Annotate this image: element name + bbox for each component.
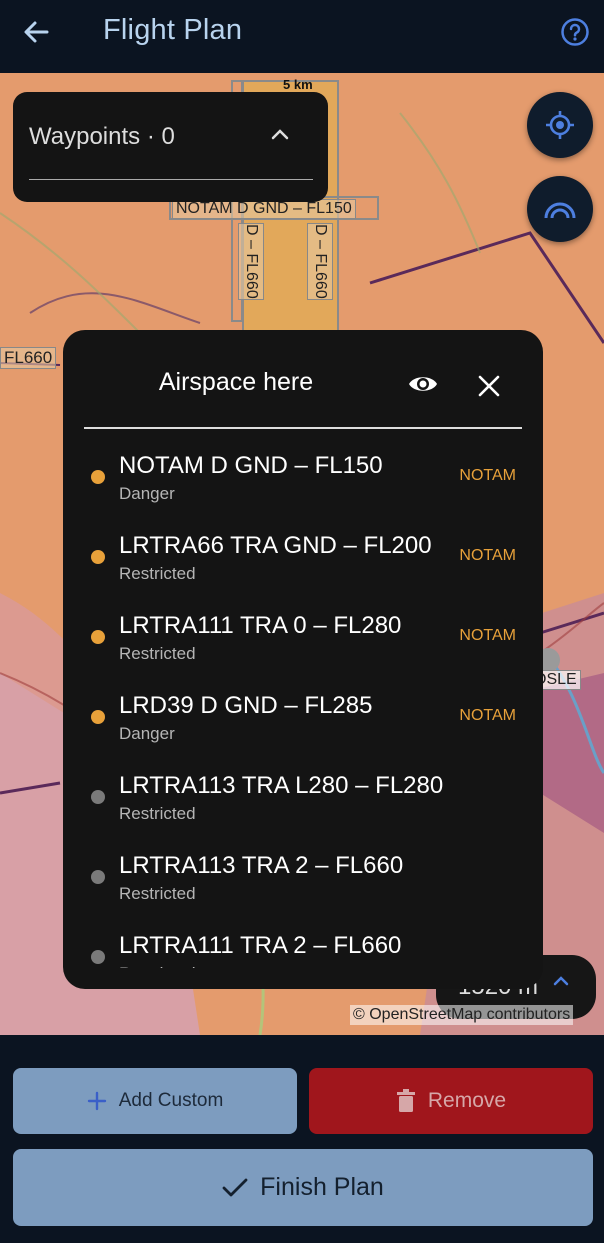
status-dot [91, 550, 105, 564]
waypoints-divider [29, 179, 313, 180]
map-airspace-label: FL660 [0, 347, 57, 369]
finish-plan-label: Finish Plan [260, 1173, 384, 1201]
list-item[interactable]: NOTAM D GND – FL150 Danger NOTAM [63, 440, 543, 520]
status-dot [91, 630, 105, 644]
airspace-name: LRTRA111 TRA 0 – FL280 [119, 612, 402, 639]
back-button[interactable] [18, 14, 54, 50]
remove-button[interactable]: Remove [309, 1068, 593, 1134]
remove-label: Remove [427, 1089, 507, 1112]
airspace-type: Restricted [119, 564, 196, 583]
airspace-name: LRTRA113 TRA L280 – FL280 [119, 772, 444, 799]
eye-icon [409, 377, 437, 391]
notam-badge: NOTAM [459, 467, 516, 484]
crosshair-icon [546, 111, 574, 139]
notam-badge: NOTAM [459, 707, 516, 724]
arrow-left-icon [24, 21, 49, 43]
close-button[interactable] [473, 370, 505, 402]
airspace-type: Danger [119, 484, 175, 503]
list-item[interactable]: LRTRA113 TRA 2 – FL660 Restricted [63, 840, 543, 920]
status-dot [91, 710, 105, 724]
add-custom-button[interactable]: Add Custom [13, 1068, 297, 1134]
waypoints-label: Waypoints · 0 [29, 123, 175, 150]
map-airspace-label: D – FL660 [307, 223, 333, 300]
list-item[interactable]: LRTRA111 TRA 0 – FL280 Restricted NOTAM [63, 600, 543, 680]
airspace-type: Restricted [119, 964, 196, 968]
dialog-title: Airspace here [158, 368, 314, 396]
chevron-up-icon[interactable] [269, 125, 291, 143]
airspace-list[interactable]: NOTAM D GND – FL150 Danger NOTAM LRTRA66… [63, 440, 543, 968]
signal-arc-icon [544, 202, 576, 219]
airspace-dialog: Airspace here NOTAM D GND – FL150 Danger… [63, 330, 543, 989]
notam-badge: NOTAM [459, 627, 516, 644]
list-item[interactable]: LRTRA111 TRA 2 – FL660 Restricted [63, 920, 543, 968]
status-dot [91, 470, 105, 484]
locate-button[interactable] [527, 92, 593, 158]
airspace-type: Restricted [119, 884, 196, 903]
airspace-name: LRTRA111 TRA 2 – FL660 [119, 932, 402, 959]
plus-icon [87, 1091, 106, 1111]
list-item[interactable]: LRTRA66 TRA GND – FL200 Restricted NOTAM [63, 520, 543, 600]
chevron-up-icon [553, 976, 569, 986]
notam-badge: NOTAM [459, 547, 516, 564]
status-dot [91, 790, 105, 804]
airspace-type: Danger [119, 724, 175, 743]
status-dot [91, 870, 105, 884]
map-airspace-label: NOTAM D GND – FL150 [172, 199, 356, 219]
airspace-name: LRTRA113 TRA 2 – FL660 [119, 852, 404, 879]
status-dot [91, 950, 105, 964]
airspace-type: Restricted [119, 804, 196, 823]
finish-plan-button[interactable]: Finish Plan [13, 1149, 593, 1226]
coverage-toggle-button[interactable] [527, 176, 593, 242]
map-attribution[interactable]: © OpenStreetMap contributors [350, 1005, 574, 1025]
visibility-toggle-button[interactable] [406, 370, 440, 398]
close-icon [478, 375, 500, 397]
airspace-name: LRD39 D GND – FL285 [119, 692, 373, 719]
help-circle-icon [561, 18, 589, 46]
map-scale: 5 km [283, 77, 313, 92]
airspace-name: LRTRA66 TRA GND – FL200 [119, 532, 432, 559]
waypoints-panel[interactable]: Waypoints · 0 [13, 92, 328, 202]
add-custom-label: Add Custom [118, 1090, 224, 1111]
bottom-action-bar: Add Custom Remove Finish Plan [0, 1035, 604, 1243]
check-icon [222, 1178, 248, 1196]
help-button[interactable] [556, 13, 594, 51]
list-item[interactable]: LRD39 D GND – FL285 Danger NOTAM [63, 680, 543, 760]
airspace-type: Restricted [119, 644, 196, 663]
airspace-name: NOTAM D GND – FL150 [119, 452, 383, 479]
page-title: Flight Plan [103, 14, 243, 46]
list-item[interactable]: LRTRA113 TRA L280 – FL280 Restricted [63, 760, 543, 840]
top-app-bar: Flight Plan [0, 0, 604, 73]
trash-icon [396, 1089, 415, 1112]
dialog-divider [84, 427, 522, 429]
map-airspace-label: D – FL660 [238, 223, 264, 300]
